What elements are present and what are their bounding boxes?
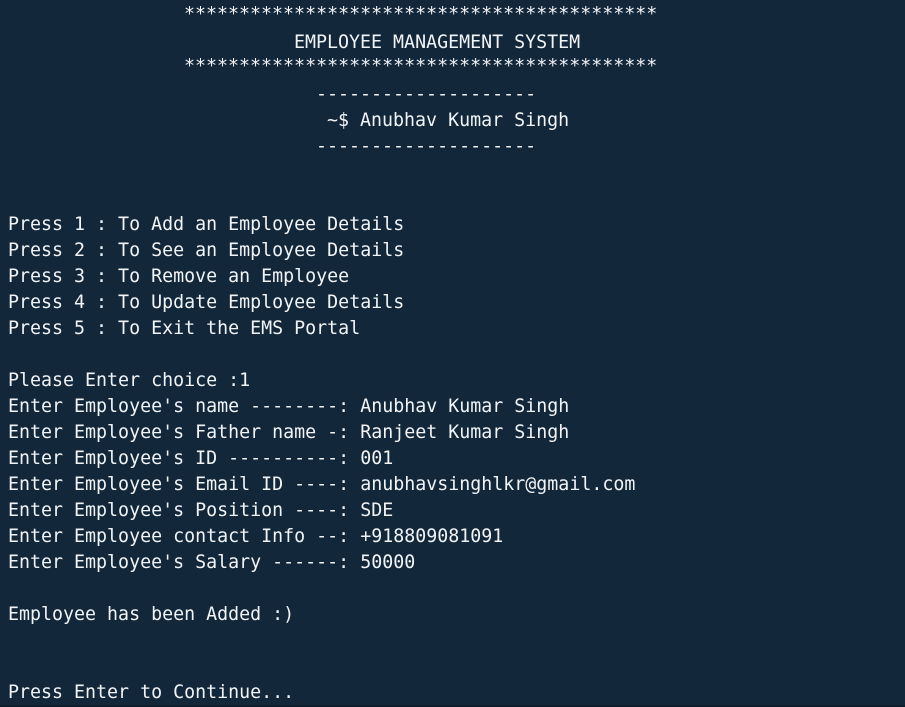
header-stars-top: ****************************************… (184, 4, 658, 25)
field-salary: Enter Employee's Salary ------: 50000 (8, 552, 416, 573)
field-name: Enter Employee's name --------: Anubhav … (8, 396, 570, 417)
menu-option-4: Press 4 : To Update Employee Details (8, 292, 405, 313)
field-email: Enter Employee's Email ID ----: anubhavs… (8, 474, 636, 495)
terminal-window[interactable]: ****************************************… (0, 0, 905, 707)
field-position: Enter Employee's Position ----: SDE (8, 500, 394, 521)
choice-prompt: Please Enter choice :1 (8, 370, 251, 391)
app-title: EMPLOYEE MANAGEMENT SYSTEM (294, 32, 581, 53)
field-contact: Enter Employee contact Info --: +9188090… (8, 526, 504, 547)
menu-option-3: Press 3 : To Remove an Employee (8, 266, 350, 287)
continue-prompt[interactable]: Press Enter to Continue... (8, 680, 294, 706)
menu-option-5: Press 5 : To Exit the EMS Portal (8, 318, 361, 339)
result-message: Employee has been Added :) (8, 604, 295, 625)
field-id: Enter Employee's ID ----------: 001 (8, 448, 394, 469)
author-divider-top: -------------------- (316, 84, 537, 105)
author-divider-bottom: -------------------- (316, 136, 537, 157)
menu-option-1: Press 1 : To Add an Employee Details (8, 214, 405, 235)
header-stars-bottom: ****************************************… (184, 56, 658, 77)
author-line: ~$ Anubhav Kumar Singh (327, 110, 570, 131)
field-father-name: Enter Employee's Father name -: Ranjeet … (8, 422, 570, 443)
menu-option-2: Press 2 : To See an Employee Details (8, 240, 405, 261)
